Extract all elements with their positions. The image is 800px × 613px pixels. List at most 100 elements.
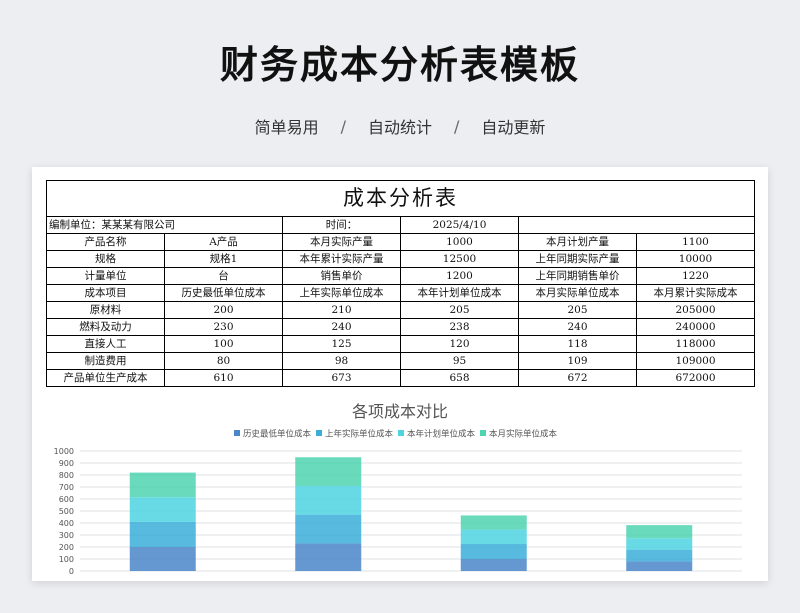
bar-segment <box>295 486 362 515</box>
column-header: 本月累计实际成本 <box>636 284 755 302</box>
info-cell: 10000 <box>636 250 755 268</box>
tag-separator: / <box>454 116 460 136</box>
tag-easy: 简单易用 <box>254 118 319 137</box>
info-cell: A产品 <box>164 233 283 251</box>
column-header: 上年实际单位成本 <box>282 284 401 302</box>
info-cell: 规格1 <box>164 250 283 268</box>
table-cell: 直接人工 <box>46 335 165 353</box>
table-cell: 109000 <box>636 352 755 370</box>
bar-segment <box>626 525 693 539</box>
info-cell: 1220 <box>636 267 755 285</box>
time-label: 时间： <box>282 216 401 234</box>
table-cell: 672000 <box>636 369 755 387</box>
legend-swatch <box>234 430 240 436</box>
info-cell: 12500 <box>400 250 519 268</box>
table-cell: 燃料及动力 <box>46 318 165 336</box>
y-tick-label: 1000 <box>54 447 74 456</box>
chart-bars <box>129 457 693 571</box>
y-tick-label: 900 <box>59 459 74 468</box>
info-row: 产品名称 A产品 本月实际产量 1000 本月计划产量 1100 <box>46 233 755 251</box>
table-cell: 118000 <box>636 335 755 353</box>
legend-label: 历史最低单位成本 <box>243 429 312 440</box>
info-cell: 本年累计实际产量 <box>282 250 401 268</box>
bar-segment <box>460 559 527 571</box>
empty-cell <box>518 216 755 234</box>
table-cell: 240000 <box>636 318 755 336</box>
info-cell: 上年同期销售单价 <box>518 267 637 285</box>
y-tick-label: 300 <box>59 531 74 540</box>
table-cell: 80 <box>164 352 283 370</box>
info-cell: 销售单价 <box>282 267 401 285</box>
table-row: 产品单位生产成本 610 673 658 672 672000 <box>46 369 755 387</box>
table-cell: 240 <box>282 318 401 336</box>
legend-label: 本月实际单位成本 <box>489 429 558 440</box>
table-cell: 118 <box>518 335 637 353</box>
table-cell: 610 <box>164 369 283 387</box>
bar-segment <box>129 521 196 547</box>
tag-auto-update: 自动更新 <box>481 118 546 137</box>
chart-title: 各项成本对比 <box>352 402 448 421</box>
table-cell: 205 <box>400 301 519 319</box>
info-cell: 1200 <box>400 267 519 285</box>
table-cell: 125 <box>282 335 401 353</box>
bar-segment <box>460 544 527 559</box>
column-header-row: 成本项目 历史最低单位成本 上年实际单位成本 本年计划单位成本 本月实际单位成本 本月累计… <box>46 284 755 302</box>
page-title: 财务成本分析表模板 <box>219 43 580 87</box>
info-cell: 产品名称 <box>46 233 165 251</box>
info-cell: 本月计划产量 <box>518 233 637 251</box>
chart-y-axis: 0 100 200 300 400 500 600 700 800 900 1000 <box>54 447 74 576</box>
column-header: 成本项目 <box>46 284 165 302</box>
tag-auto-stat: 自动统计 <box>367 118 432 137</box>
info-cell: 规格 <box>46 250 165 268</box>
legend-label: 上年实际单位成本 <box>325 429 394 440</box>
bar-segment <box>129 497 196 522</box>
y-tick-label: 200 <box>59 543 74 552</box>
table-cell: 658 <box>400 369 519 387</box>
tag-separator: / <box>340 116 346 136</box>
tagline: 简单易用 / 自动统计 / 自动更新 <box>0 114 800 138</box>
bar-segment <box>460 529 527 544</box>
legend-swatch <box>316 430 322 436</box>
table-cell: 205000 <box>636 301 755 319</box>
legend-swatch <box>480 430 486 436</box>
table-cell: 制造费用 <box>46 352 165 370</box>
table-cell: 109 <box>518 352 637 370</box>
info-cell: 本月实际产量 <box>282 233 401 251</box>
table-cell: 95 <box>400 352 519 370</box>
cost-comparison-chart: 各项成本对比 历史最低单位成本 上年实际单位成本 本年计划单位成本 本月实际单位成本 … <box>46 392 754 581</box>
table-cell: 240 <box>518 318 637 336</box>
bar-segment <box>460 515 527 530</box>
table-cell: 200 <box>164 301 283 319</box>
y-tick-label: 100 <box>59 555 74 564</box>
y-tick-label: 400 <box>59 519 74 528</box>
info-row: 计量单位台销售单价 1200 上年同期销售单价 1220 <box>46 267 755 285</box>
cost-analysis-table: 成本分析表 编制单位：某某某有限公司 时间： 2025/4/10 产品名称 A产品… <box>46 180 755 387</box>
chart-svg: 各项成本对比 历史最低单位成本 上年实际单位成本 本年计划单位成本 本月实际单位成本 … <box>54 402 742 576</box>
info-row: 规格 规格1 本年累计实际产量 12500 上年同期实际产量 10000 <box>46 250 755 268</box>
table-cell: 98 <box>282 352 401 370</box>
spreadsheet: 成本分析表 编制单位：某某某有限公司 时间： 2025/4/10 产品名称 A产品… <box>46 180 755 387</box>
bar-segment <box>626 538 693 550</box>
bar-segment <box>626 561 693 571</box>
y-tick-label: 0 <box>69 567 74 576</box>
bar-segment <box>295 543 362 571</box>
column-header: 历史最低单位成本 <box>164 284 283 302</box>
table-row: 燃料及动力 230 240 238 240 240000 <box>46 318 755 336</box>
y-tick-label: 700 <box>59 483 74 492</box>
table-cell: 原材料 <box>46 301 165 319</box>
bar-segment <box>129 547 196 571</box>
column-header: 本月实际单位成本 <box>518 284 637 302</box>
bar-segment <box>295 457 362 487</box>
table-cell: 100 <box>164 335 283 353</box>
table-cell: 238 <box>400 318 519 336</box>
table-cell: 120 <box>400 335 519 353</box>
table-cell: 230 <box>164 318 283 336</box>
time-value: 2025/4/10 <box>400 216 519 234</box>
unit-label: 编制单位：某某某有限公司 <box>46 216 283 234</box>
table-row: 制造费用 80 98 95 109 109000 <box>46 352 755 370</box>
info-cell: 1100 <box>636 233 755 251</box>
bar-segment <box>295 514 362 544</box>
table-cell: 673 <box>282 369 401 387</box>
info-cell: 上年同期实际产量 <box>518 250 637 268</box>
bar-segment <box>626 549 693 562</box>
